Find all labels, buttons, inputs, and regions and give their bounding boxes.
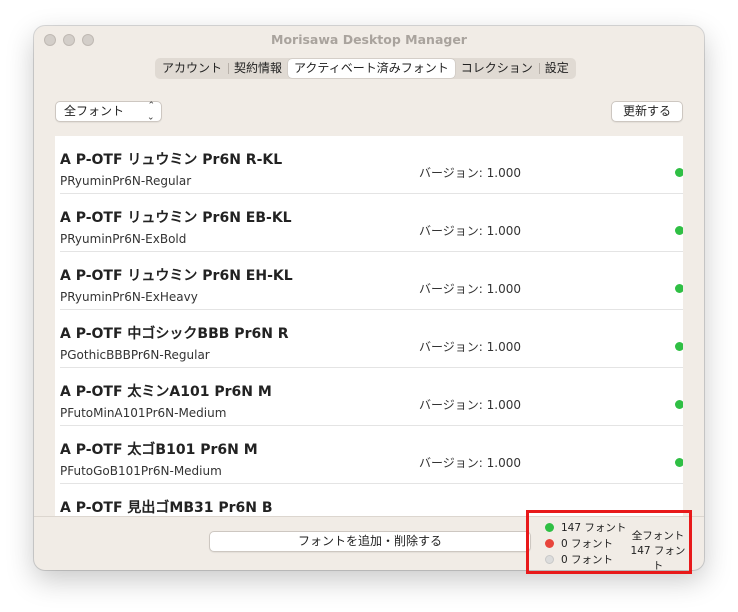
font-version: バージョン: 1.000 — [419, 398, 521, 412]
status-count-active: 147 フォント — [545, 520, 626, 535]
font-row[interactable]: A P-OTF リュウミン Pr6N R-KL PRyuminPr6N-Regu… — [55, 136, 683, 194]
status-count-error: 0 フォント — [545, 536, 613, 551]
font-ps-name: PFutoGoB101Pr6N-Medium — [60, 464, 222, 478]
font-name: A P-OTF 太ゴB101 Pr6N M — [60, 442, 258, 458]
font-name: A P-OTF 中ゴシックBBB Pr6N R — [60, 326, 289, 342]
font-list[interactable]: A P-OTF リュウミン Pr6N R-KL PRyuminPr6N-Regu… — [55, 136, 683, 516]
font-filter-select[interactable]: 全フォント ⌃ ⌃ — [55, 101, 162, 122]
total-count: 147 フォント — [630, 545, 686, 572]
font-version: バージョン: 1.000 — [419, 456, 521, 470]
app-window: Morisawa Desktop Manager アカウント 契約情報 アクティ… — [34, 26, 704, 570]
tab-contract[interactable]: 契約情報 — [228, 59, 288, 78]
gray-dot-icon — [545, 555, 554, 564]
font-name: A P-OTF 太ミンA101 Pr6N M — [60, 384, 272, 400]
tab-settings[interactable]: 設定 — [538, 59, 575, 78]
tab-bar: アカウント 契約情報 アクティベート済みフォント コレクション 設定 — [155, 58, 576, 79]
font-filter-value: 全フォント — [64, 104, 125, 118]
green-dot-icon — [545, 523, 554, 532]
status-summary-panel: 147 フォント 0 フォント 0 フォント 全フォント 147 フォント — [526, 510, 692, 574]
active-status-icon — [675, 458, 683, 467]
status-count-inactive: 0 フォント — [545, 552, 613, 567]
tab-account[interactable]: アカウント — [156, 59, 228, 78]
font-row[interactable]: A P-OTF 中ゴシックBBB Pr6N R PGothicBBBPr6N-R… — [55, 310, 683, 368]
font-row[interactable]: A P-OTF 太ゴB101 Pr6N M PFutoGoB101Pr6N-Me… — [55, 426, 683, 484]
active-status-icon — [675, 400, 683, 409]
font-ps-name: PFutoMinA101Pr6N-Medium — [60, 406, 227, 420]
font-version: バージョン: 1.000 — [419, 340, 521, 354]
font-ps-name: PRyuminPr6N-ExHeavy — [60, 290, 198, 304]
refresh-button[interactable]: 更新する — [611, 101, 683, 122]
font-ps-name: PGothicBBBPr6N-Regular — [60, 348, 210, 362]
font-name: A P-OTF リュウミン Pr6N EH-KL — [60, 268, 293, 284]
font-version: バージョン: 1.000 — [419, 166, 521, 180]
window-title: Morisawa Desktop Manager — [271, 32, 467, 47]
font-name: A P-OTF 見出ゴMB31 Pr6N B — [60, 500, 273, 516]
font-row[interactable]: A P-OTF リュウミン Pr6N EH-KL PRyuminPr6N-ExH… — [55, 252, 683, 310]
font-name: A P-OTF リュウミン Pr6N EB-KL — [60, 210, 292, 226]
title-bar: Morisawa Desktop Manager — [34, 26, 704, 54]
font-version: バージョン: 1.000 — [419, 224, 521, 238]
active-status-icon — [675, 168, 683, 177]
tab-activated-fonts[interactable]: アクティベート済みフォント — [288, 59, 455, 78]
tab-collection[interactable]: コレクション — [455, 59, 539, 78]
font-row[interactable]: A P-OTF リュウミン Pr6N EB-KL PRyuminPr6N-ExB… — [55, 194, 683, 252]
active-status-icon — [675, 342, 683, 351]
active-status-icon — [675, 226, 683, 235]
font-name: A P-OTF リュウミン Pr6N R-KL — [60, 152, 283, 168]
add-remove-fonts-button[interactable]: フォントを追加・削除する — [209, 531, 531, 552]
red-dot-icon — [545, 539, 554, 548]
font-ps-name: PRyuminPr6N-Regular — [60, 174, 192, 188]
total-fonts: 全フォント 147 フォント — [627, 529, 689, 574]
total-label: 全フォント — [631, 530, 685, 542]
select-chevron-icon: ⌃ ⌃ — [147, 101, 155, 121]
font-ps-name: PRyuminPr6N-ExBold — [60, 232, 187, 246]
active-status-icon — [675, 284, 683, 293]
font-row[interactable]: A P-OTF 太ミンA101 Pr6N M PFutoMinA101Pr6N-… — [55, 368, 683, 426]
font-version: バージョン: 1.000 — [419, 282, 521, 296]
